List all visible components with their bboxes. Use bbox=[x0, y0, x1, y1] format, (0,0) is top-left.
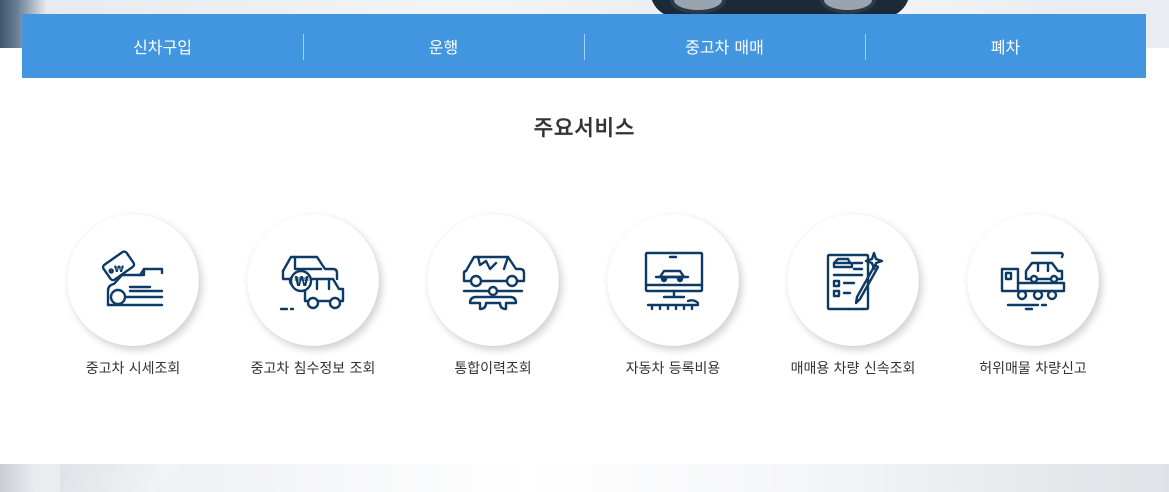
car-price-tag-icon: ₩ bbox=[101, 250, 164, 307]
car-repair-wrench-icon bbox=[462, 255, 526, 311]
service-label: 중고차 침수정보 조회 bbox=[250, 361, 376, 377]
service-icon-circle[interactable] bbox=[427, 214, 559, 346]
service-registration-cost[interactable]: 자동차 등록비용 bbox=[583, 214, 763, 378]
section-title: 주요서비스 bbox=[533, 116, 636, 140]
document-pen-icon bbox=[826, 251, 884, 311]
nav-item-driving[interactable]: 운행 bbox=[303, 14, 584, 78]
tow-truck-icon bbox=[1000, 251, 1066, 311]
nav-item-used-car-trade[interactable]: 중고차 매매 bbox=[584, 14, 865, 78]
service-used-car-price[interactable]: ₩ 중고차 시세조회 bbox=[43, 214, 223, 378]
service-label: 허위매물 차량신고 bbox=[979, 361, 1087, 377]
service-icon-circle[interactable]: ₩ bbox=[247, 214, 379, 346]
service-fake-listing-report[interactable]: 허위매물 차량신고 bbox=[943, 214, 1123, 378]
category-nav: 신차구입 운행 중고차 매매 폐차 bbox=[22, 14, 1146, 78]
service-icon-circle[interactable] bbox=[967, 214, 1099, 346]
service-label: 자동차 등록비용 bbox=[625, 361, 721, 377]
service-icon-circle[interactable] bbox=[607, 214, 739, 346]
monitor-car-icon bbox=[644, 251, 704, 311]
service-label: 통합이력조회 bbox=[454, 361, 532, 377]
svg-text:₩: ₩ bbox=[295, 275, 310, 290]
service-dealer-car-lookup[interactable]: 매매용 차량 신속조회 bbox=[763, 214, 943, 378]
service-flood-info[interactable]: ₩ 중고차 침수정보 조회 bbox=[223, 214, 403, 378]
service-icon-circle[interactable]: ₩ bbox=[67, 214, 199, 346]
service-label: 매매용 차량 신속조회 bbox=[790, 361, 916, 377]
svg-text:₩: ₩ bbox=[114, 265, 124, 275]
nav-item-new-car[interactable]: 신차구입 bbox=[22, 14, 303, 78]
service-integrated-history[interactable]: 통합이력조회 bbox=[403, 214, 583, 378]
service-label: 중고차 시세조회 bbox=[85, 361, 181, 377]
service-icon-circle[interactable] bbox=[787, 214, 919, 346]
cars-won-icon: ₩ bbox=[279, 255, 345, 311]
nav-item-scrap[interactable]: 폐차 bbox=[865, 14, 1146, 78]
